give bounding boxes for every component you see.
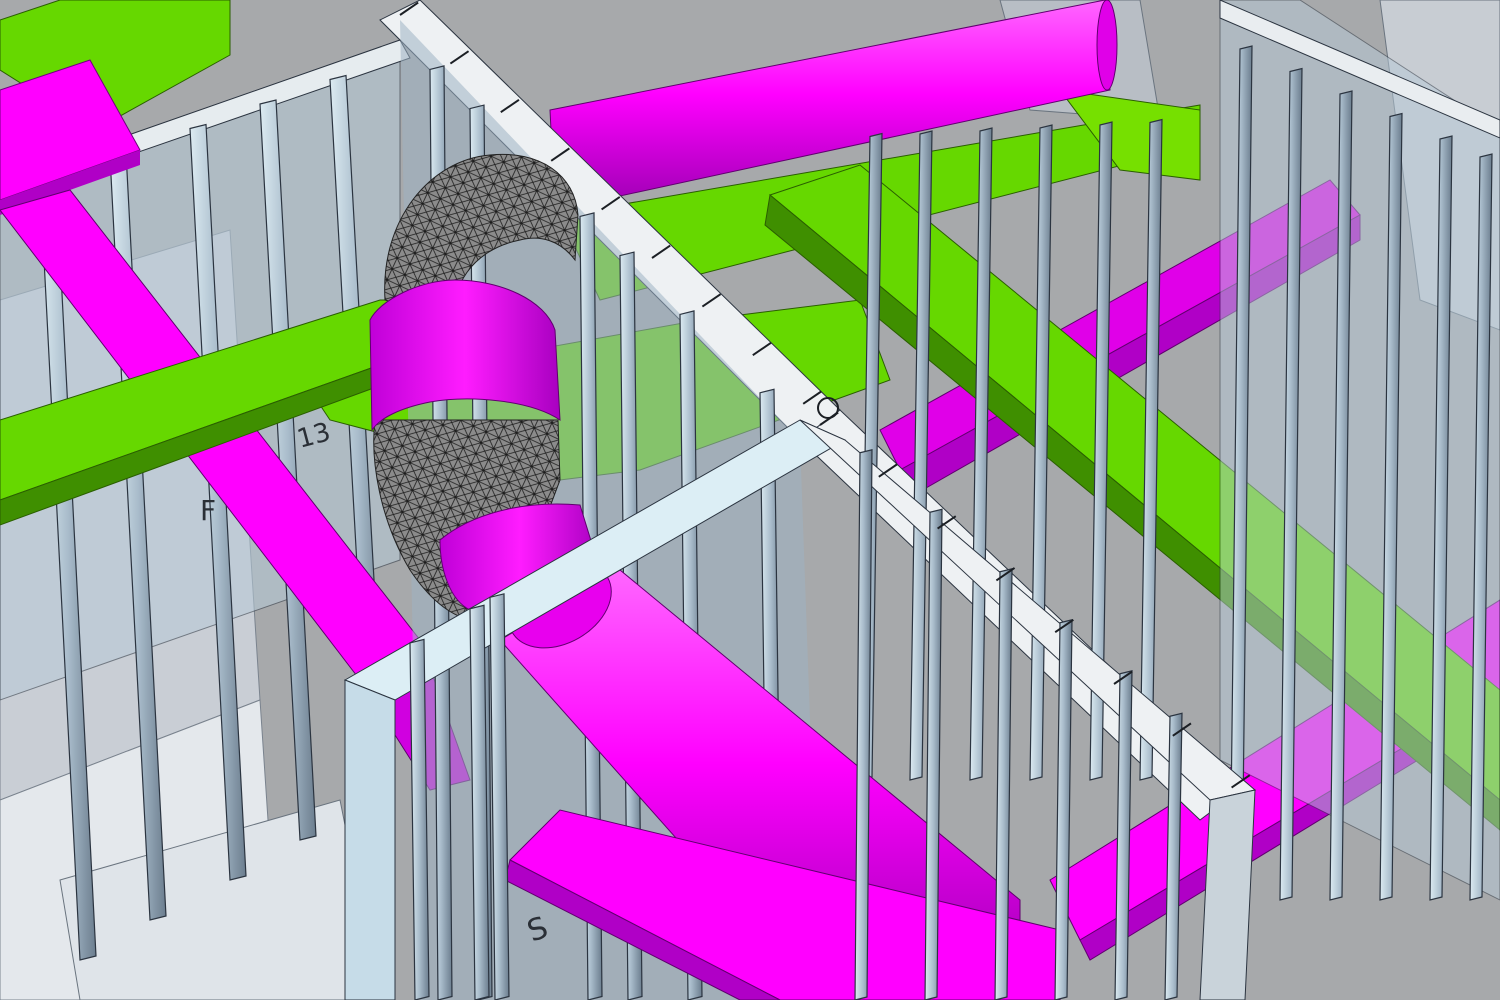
- model-viewport[interactable]: 13 F S: [0, 0, 1500, 1000]
- stud-wall-right: [1219, 0, 1500, 901]
- tag-label: F: [200, 494, 216, 527]
